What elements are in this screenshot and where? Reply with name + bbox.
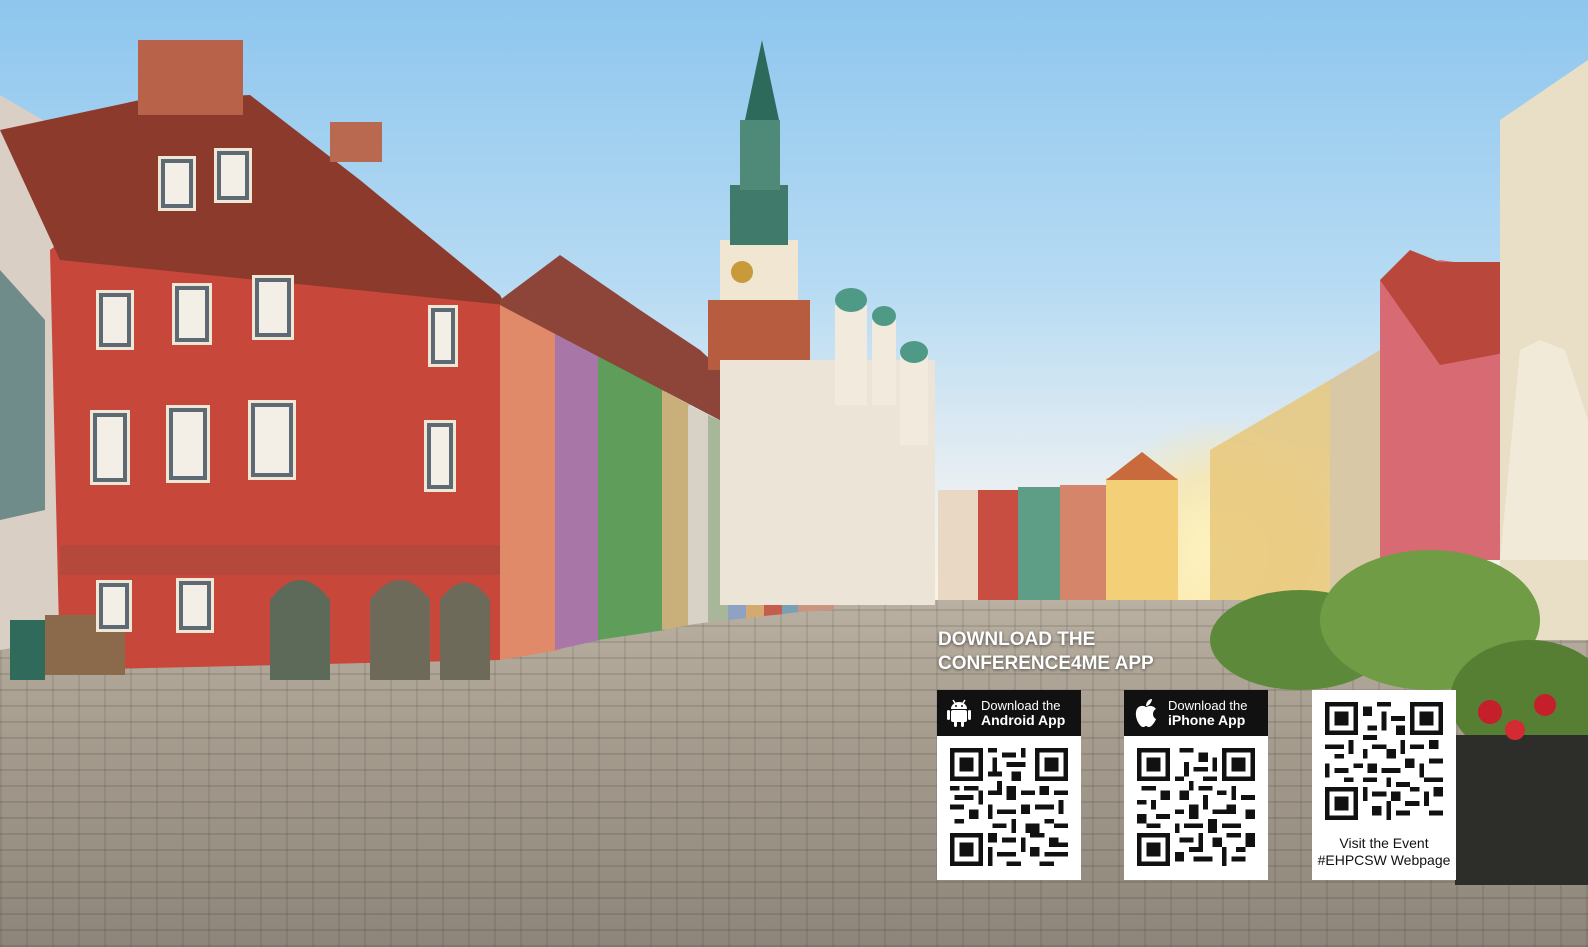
event-caption-line2: #EHPCSW Webpage — [1317, 852, 1451, 868]
android-badge-line2: Android App — [981, 712, 1066, 728]
iphone-qr-code[interactable] — [1137, 748, 1255, 866]
iphone-badge-line1: Download the — [1168, 698, 1248, 713]
app-promo-heading-line1: DOWNLOAD THE — [938, 629, 1096, 650]
app-promo-heading: DOWNLOAD THE CONFERENCE4ME APP — [938, 628, 1154, 676]
event-webpage-caption: Visit the Event #EHPCSW Webpage — [1312, 835, 1456, 869]
android-app-card[interactable]: Download the Android App — [937, 690, 1081, 880]
android-qr-code[interactable] — [950, 748, 1068, 866]
iphone-badge-line2: iPhone App — [1168, 712, 1246, 728]
iphone-app-badge[interactable]: Download the iPhone App — [1124, 690, 1268, 736]
event-qr-code[interactable] — [1325, 702, 1443, 820]
hero-scene: DOWNLOAD THE CONFERENCE4ME APP Download … — [0, 0, 1588, 947]
android-app-badge[interactable]: Download the Android App — [937, 690, 1081, 736]
event-webpage-card[interactable]: Visit the Event #EHPCSW Webpage — [1312, 690, 1456, 880]
iphone-app-card[interactable]: Download the iPhone App — [1124, 690, 1268, 880]
android-icon — [937, 690, 981, 736]
apple-icon — [1124, 690, 1168, 736]
event-caption-line1: Visit the Event — [1339, 835, 1429, 851]
android-badge-line1: Download the — [981, 698, 1061, 713]
app-promo-heading-line2: CONFERENCE4ME APP — [938, 653, 1154, 674]
